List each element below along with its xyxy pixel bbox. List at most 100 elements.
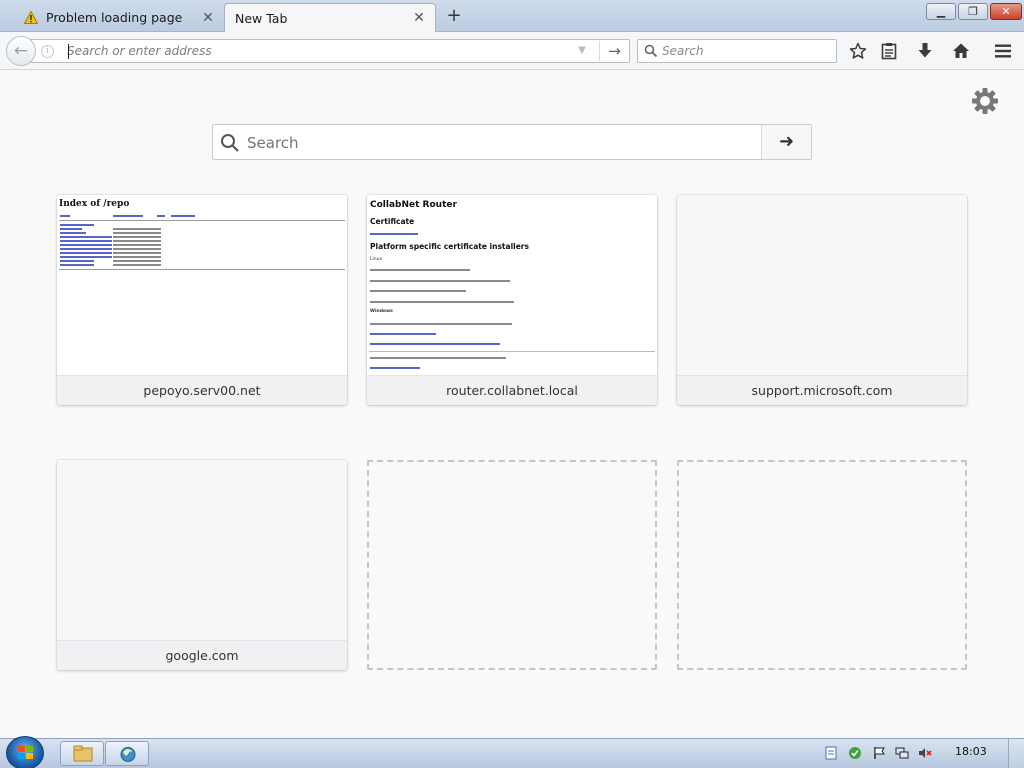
back-button[interactable]: ← <box>6 36 36 66</box>
hamburger-menu-button[interactable] <box>992 40 1014 62</box>
show-desktop-button[interactable] <box>1008 739 1024 768</box>
top-site-tile[interactable]: support.microsoft.com <box>677 195 967 405</box>
search-go-button[interactable]: ➜ <box>761 125 811 159</box>
tile-title: google.com <box>57 640 347 670</box>
search-input[interactable] <box>662 42 832 60</box>
tab-label: New Tab <box>235 10 288 26</box>
home-button[interactable] <box>950 40 972 62</box>
search-icon <box>221 134 239 152</box>
top-site-tile[interactable]: Index of /repo pepoyo.serv00.net <box>57 195 347 405</box>
thumbnail-line <box>60 260 94 262</box>
thumbnail-line <box>370 333 436 335</box>
new-tab-button[interactable]: + <box>444 6 464 26</box>
action-center-flag-icon[interactable] <box>872 746 886 760</box>
thumbnail-divider <box>59 220 345 221</box>
thumbnail-text: Linux <box>370 257 383 262</box>
clock[interactable]: 18:03 <box>955 745 987 758</box>
new-tab-page: ➜ Index of /repo <box>0 71 1024 738</box>
minimize-icon: ▁ <box>936 5 946 18</box>
info-icon[interactable]: i <box>41 45 54 58</box>
site-thumbnail <box>677 195 967 375</box>
thumbnail-line <box>113 240 161 242</box>
clipboard-icon <box>881 43 897 60</box>
thumbnail-line <box>370 233 418 235</box>
thumbnail-line <box>113 228 161 230</box>
thumbnail-line <box>113 256 161 258</box>
warning-icon <box>24 11 38 24</box>
network-icon[interactable] <box>895 746 909 760</box>
go-arrow-icon[interactable]: → <box>599 41 629 61</box>
empty-tile-placeholder <box>367 460 657 670</box>
thumbnail-line <box>60 240 112 242</box>
thumbnail-divider <box>59 269 345 270</box>
search-icon <box>644 44 658 58</box>
star-icon <box>849 42 867 59</box>
empty-tile-placeholder <box>677 460 967 670</box>
thumbnail-line <box>370 269 470 271</box>
thumbnail-line <box>113 244 161 246</box>
thumbnail-line <box>60 232 86 234</box>
restore-icon: ❐ <box>968 5 978 18</box>
text-caret <box>68 44 69 59</box>
thumbnail-line <box>60 252 112 254</box>
maximize-button[interactable]: ❐ <box>958 3 988 20</box>
bookmark-star-button[interactable] <box>847 40 869 62</box>
search-bar[interactable] <box>637 39 837 63</box>
thumbnail-heading: Index of /repo <box>59 199 130 209</box>
tab-new-tab[interactable]: New Tab ✕ <box>224 3 436 32</box>
thumbnail-line <box>60 228 82 230</box>
site-thumbnail: CollabNet Router Certificate Platform sp… <box>367 195 657 375</box>
thumbnail-line <box>171 215 195 217</box>
gear-icon[interactable] <box>970 86 1000 116</box>
tab-label: Problem loading page <box>46 10 183 25</box>
navigation-toolbar: i ▼ → ← <box>0 32 1024 70</box>
top-site-tile[interactable]: google.com <box>57 460 347 670</box>
bookmarks-menu-button[interactable] <box>878 40 900 62</box>
thumbnail-line <box>60 236 112 238</box>
thumbnail-line <box>370 323 512 325</box>
security-check-icon[interactable] <box>848 746 862 760</box>
back-arrow-icon: ← <box>13 41 29 61</box>
thumbnail-line <box>113 264 161 266</box>
close-tab-icon[interactable]: ✕ <box>411 10 427 26</box>
thumbnail-line <box>157 215 165 217</box>
thumbnail-line <box>370 367 420 369</box>
thumbnail-subheading: Platform specific certificate installers <box>370 242 529 251</box>
thumbnail-line <box>113 248 161 250</box>
tab-problem-loading[interactable]: Problem loading page ✕ <box>14 3 224 32</box>
minimize-button[interactable]: ▁ <box>926 3 956 20</box>
downloads-button[interactable] <box>914 40 936 62</box>
home-icon <box>953 43 969 58</box>
volume-muted-icon[interactable] <box>918 746 932 760</box>
tile-title: pepoyo.serv00.net <box>57 375 347 405</box>
taskbar-explorer-button[interactable] <box>60 741 104 766</box>
tile-title: router.collabnet.local <box>367 375 657 405</box>
windows-taskbar: 18:03 <box>0 736 1024 768</box>
thumbnail-line <box>60 256 112 258</box>
tab-strip: Problem loading page ✕ New Tab ✕ + ▁ ❐ ✕ <box>0 0 1024 32</box>
thumbnail-line <box>370 343 500 345</box>
notepad-icon[interactable] <box>824 746 838 760</box>
thumbnail-line <box>60 264 94 266</box>
close-window-button[interactable]: ✕ <box>990 3 1022 20</box>
thumbnail-line <box>370 290 466 292</box>
close-tab-icon[interactable]: ✕ <box>200 10 216 26</box>
thumbnail-line <box>60 224 94 226</box>
thumbnail-line <box>60 244 112 246</box>
thumbnail-line <box>370 301 514 303</box>
close-icon: ✕ <box>1001 5 1011 18</box>
web-search-box[interactable]: ➜ <box>212 124 812 160</box>
start-button[interactable] <box>6 736 44 768</box>
url-input[interactable] <box>67 42 547 60</box>
thumbnail-line <box>370 357 506 359</box>
thumbnail-divider <box>369 351 655 352</box>
arrow-right-icon: ➜ <box>778 131 795 152</box>
taskbar-firefox-button[interactable] <box>105 741 149 766</box>
url-bar[interactable]: i ▼ → <box>30 39 630 63</box>
menu-icon <box>995 44 1011 58</box>
dropdown-arrow-icon[interactable]: ▼ <box>576 45 588 57</box>
web-search-input[interactable] <box>247 131 757 155</box>
browser-icon <box>120 747 136 762</box>
top-site-tile[interactable]: CollabNet Router Certificate Platform sp… <box>367 195 657 405</box>
thumbnail-line <box>113 260 161 262</box>
